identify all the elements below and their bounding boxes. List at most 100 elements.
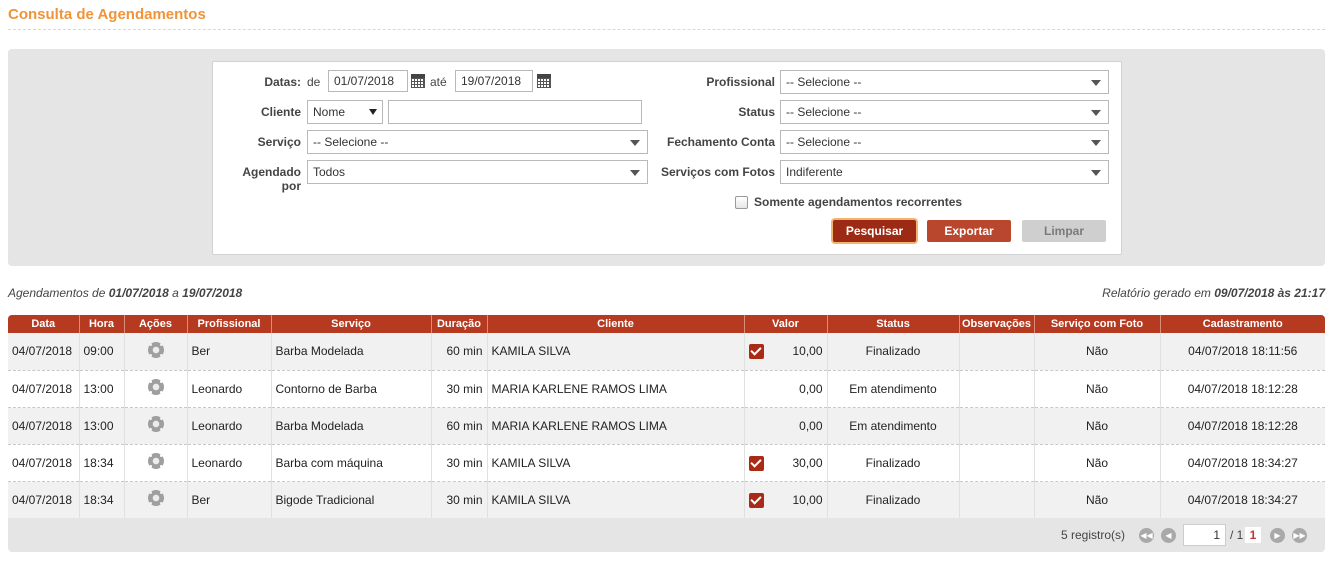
header-observacoes[interactable]: Observações (959, 315, 1035, 333)
servicos-com-fotos-label: Serviços com Fotos (660, 165, 775, 179)
cell-cadastramento-text: 04/07/2018 18:34:27 (1187, 492, 1298, 507)
cell-valor-text: 0,00 (799, 418, 823, 433)
cell-profissional: Leonardo (187, 444, 272, 482)
cell-profissional: Ber (187, 333, 272, 371)
cell-cadastramento: 04/07/2018 18:34:27 (1160, 444, 1325, 482)
cell-cliente-text: KAMILA SILVA (491, 492, 571, 507)
cell-duracao-text: 30 min (446, 455, 483, 470)
cell-valor-text: 10,00 (792, 344, 823, 359)
chevron-down-icon (1091, 170, 1101, 176)
cell-valor: 10,00 (744, 333, 828, 371)
gear-icon[interactable] (147, 379, 164, 395)
date-to-input[interactable]: 19/07/2018 (455, 70, 533, 92)
next-page-icon[interactable]: ▶ (1270, 528, 1285, 543)
cell-acoes (124, 407, 188, 445)
pesquisar-button[interactable]: Pesquisar (833, 220, 916, 242)
paid-check-icon (748, 344, 764, 359)
gear-icon[interactable] (147, 490, 164, 506)
table-header-row: Data Hora Ações Profissional Serviço Dur… (8, 315, 1325, 333)
cell-cliente-text: KAMILA SILVA (491, 344, 571, 359)
header-hora[interactable]: Hora (79, 315, 125, 333)
date-to-calendar-icon[interactable] (537, 74, 551, 88)
chevron-down-icon (630, 140, 640, 146)
datas-label: Datas: (264, 75, 301, 89)
cell-status: Finalizado (827, 333, 960, 371)
gear-icon[interactable] (147, 453, 164, 469)
cell-hora: 13:00 (79, 370, 125, 408)
profissional-select[interactable]: -- Selecione -- (780, 70, 1109, 94)
cell-cadastramento: 04/07/2018 18:12:28 (1160, 370, 1325, 408)
header-servico[interactable]: Serviço (271, 315, 432, 333)
table-row[interactable]: 04/07/2018 18:34 Leonardo Barba com máquina… (8, 444, 1325, 482)
cell-hora-text: 18:34 (83, 492, 114, 507)
first-page-icon[interactable]: ◀◀ (1139, 528, 1154, 543)
table-row[interactable]: 04/07/2018 13:00 Leonardo Barba Modelada 60 … (8, 407, 1325, 445)
header-profissional[interactable]: Profissional (187, 315, 272, 333)
cell-valor: 30,00 (744, 444, 828, 482)
cell-data: 04/07/2018 (8, 481, 80, 519)
chevron-down-icon (1091, 110, 1101, 116)
header-valor[interactable]: Valor (744, 315, 828, 333)
cell-duracao-text: 60 min (446, 344, 483, 359)
agendado-por-select[interactable]: Todos (307, 160, 648, 184)
date-from-calendar-icon[interactable] (411, 74, 425, 88)
cliente-type-select[interactable]: Nome (307, 100, 383, 124)
table-row[interactable]: 04/07/2018 18:34 Ber Bigode Tradicional 30 m… (8, 481, 1325, 519)
cell-cadastramento-text: 04/07/2018 18:34:27 (1187, 455, 1298, 470)
previous-page-icon[interactable]: ◀ (1161, 528, 1176, 543)
cliente-search-input[interactable] (388, 100, 642, 124)
last-page-icon[interactable]: ▶▶ (1292, 528, 1307, 543)
cell-servico: Barba Modelada (271, 333, 432, 371)
date-range-to: 19/07/2018 (182, 286, 243, 300)
cell-valor: 10,00 (744, 481, 828, 519)
profissional-select-value: -- Selecione -- (786, 75, 862, 89)
cell-duracao: 60 min (431, 333, 488, 371)
chevron-down-icon (630, 170, 640, 176)
cell-profissional-text: Ber (191, 492, 211, 507)
cell-servico-com-foto-text: Não (1085, 492, 1108, 507)
cell-status-text: Finalizado (865, 455, 921, 470)
chevron-down-icon (1091, 140, 1101, 146)
gear-icon[interactable] (147, 416, 164, 432)
page-number-input[interactable]: 1 (1183, 524, 1226, 546)
exportar-button[interactable]: Exportar (927, 220, 1011, 242)
gear-icon[interactable] (147, 341, 164, 358)
date-from-input[interactable]: 01/07/2018 (328, 70, 408, 92)
cell-cliente: KAMILA SILVA (487, 333, 745, 371)
header-servico-com-foto[interactable]: Serviço com Foto (1034, 315, 1161, 333)
header-cliente[interactable]: Cliente (487, 315, 745, 333)
record-count: 5 registro(s) (1060, 528, 1125, 542)
cell-servico-com-foto: Não (1034, 333, 1161, 371)
cell-hora: 09:00 (79, 333, 125, 371)
current-page-link[interactable]: 1 (1245, 527, 1261, 543)
header-cadastramento[interactable]: Cadastramento (1160, 315, 1325, 333)
cell-duracao: 30 min (431, 370, 488, 408)
cell-servico: Contorno de Barba (271, 370, 432, 408)
cell-cliente: KAMILA SILVA (487, 481, 745, 519)
header-duracao[interactable]: Duração (431, 315, 488, 333)
agendado-por-label-line2: por (281, 179, 301, 193)
cell-profissional: Leonardo (187, 370, 272, 408)
cell-servico-com-foto: Não (1034, 370, 1161, 408)
cell-observacoes (959, 407, 1035, 445)
report-generated-value: 09/07/2018 às 21:17 (1214, 286, 1325, 300)
cell-servico: Bigode Tradicional (271, 481, 432, 519)
cell-profissional: Leonardo (187, 407, 272, 445)
cell-valor: 0,00 (744, 407, 828, 445)
cell-acoes (124, 370, 188, 408)
servico-select[interactable]: -- Selecione -- (307, 130, 648, 154)
limpar-button[interactable]: Limpar (1022, 220, 1106, 242)
servicos-com-fotos-select[interactable]: Indiferente (780, 160, 1109, 184)
header-status[interactable]: Status (827, 315, 960, 333)
cell-data: 04/07/2018 (8, 407, 80, 445)
chevron-down-icon (369, 109, 377, 115)
table-row[interactable]: 04/07/2018 13:00 Leonardo Contorno de Barba… (8, 370, 1325, 408)
cell-status: Em atendimento (827, 370, 960, 408)
fechamento-conta-select[interactable]: -- Selecione -- (780, 130, 1109, 154)
header-data[interactable]: Data (8, 315, 80, 333)
header-acoes: Ações (124, 315, 188, 333)
status-select[interactable]: -- Selecione -- (780, 100, 1109, 124)
recorrentes-checkbox[interactable] (735, 196, 748, 209)
table-row[interactable]: 04/07/2018 09:00 Ber Barba Modelada 60 min KA… (8, 333, 1325, 371)
fechamento-conta-select-value: -- Selecione -- (786, 135, 862, 149)
